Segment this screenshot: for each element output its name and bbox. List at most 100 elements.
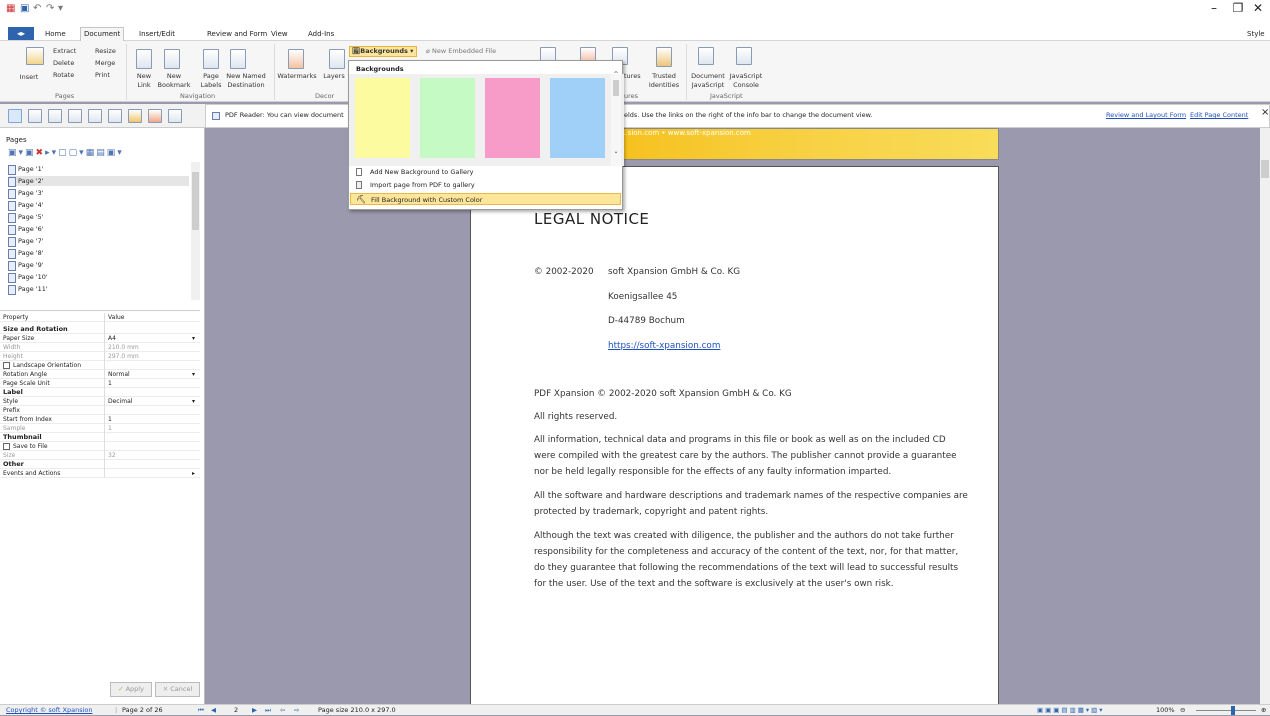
pages-panel-toolbar[interactable]: ▣▾▣✖▸▾▢▢▾▦▤▣▾ [8, 148, 124, 158]
save-to-file-checkbox[interactable] [3, 443, 10, 450]
expand-arrow-icon[interactable]: ▸ [192, 469, 195, 478]
back-icon[interactable]: ⇦ [280, 705, 285, 716]
style-row[interactable]: Style Decimal ▾ [0, 397, 200, 406]
last-page-icon[interactable]: ⏭ [265, 705, 271, 716]
image-icon[interactable] [148, 109, 162, 123]
apply-button[interactable]: ✓ Apply [110, 682, 152, 697]
tab-view[interactable]: View [268, 28, 291, 41]
scroll-up-icon[interactable]: ^ [611, 71, 621, 78]
new-embedded-file-button[interactable]: ⌀ New Embedded File [426, 47, 496, 56]
insert-button[interactable]: Insert [14, 73, 44, 82]
merge-page-icon[interactable]: ▦ [86, 148, 97, 158]
page-scale-unit-row[interactable]: Page Scale Unit 1 [0, 379, 200, 388]
copyright-link[interactable]: Copyright © soft Xpansion [6, 705, 93, 716]
delete-page-icon[interactable]: ✖ [36, 148, 46, 158]
prev-page-icon[interactable]: ◀ [211, 705, 216, 716]
next-page-icon[interactable]: ▶ [252, 705, 257, 716]
single-page-icon[interactable] [8, 109, 22, 123]
print-button[interactable]: Print [95, 71, 110, 80]
import-page-from-pdf-item[interactable]: Import page from PDF to gallery [350, 179, 621, 191]
tab-document[interactable]: Document [80, 27, 125, 42]
print-page-icon[interactable]: ▤ [96, 148, 107, 158]
watermarks-button[interactable]: Watermarks [276, 72, 318, 81]
page-list-item[interactable]: Page '11' [8, 284, 48, 295]
fullscreen-icon[interactable] [168, 109, 182, 123]
extract-button[interactable]: Extract [53, 47, 76, 56]
paper-size-row[interactable]: Paper Size A4 ▾ [0, 334, 200, 343]
redo-icon[interactable]: ↷ [46, 3, 54, 14]
tab-insert-edit[interactable]: Insert/Edit [136, 28, 178, 41]
page-list-item[interactable]: Page '3' [8, 188, 44, 199]
trusted-identities-button[interactable]: Trusted Identities [646, 72, 682, 90]
page-list-scrollbar[interactable] [191, 162, 200, 300]
extract-page-icon[interactable]: ▣ [25, 148, 36, 158]
background-swatch-pink[interactable] [485, 78, 540, 158]
backgrounds-button[interactable]: 🖼Backgrounds ▾ [349, 46, 417, 57]
scrollbar-thumb[interactable] [192, 172, 199, 230]
rotation-angle-row[interactable]: Rotation Angle Normal ▾ [0, 370, 200, 379]
edit-page-content-link[interactable]: Edit Page Content [1190, 111, 1248, 119]
save-to-file-row[interactable]: Save to File [0, 442, 200, 451]
tab-add-ins[interactable]: Add-Ins [305, 28, 337, 41]
background-swatch-yellow[interactable] [355, 78, 410, 158]
app-icon[interactable]: ▦ [6, 3, 15, 14]
page-list-item-selected[interactable]: Page '2' [8, 176, 189, 187]
save-icon[interactable]: ▣ [20, 3, 29, 14]
undo-icon[interactable]: ↶ [33, 3, 41, 14]
signatures-label[interactable]: tures [624, 72, 641, 81]
rotate-page-icon[interactable]: ▢ [58, 148, 69, 158]
move-right-icon[interactable]: ▸▾ [45, 148, 58, 158]
page-labels-button[interactable]: Page Labels [197, 72, 225, 90]
continuous-icon[interactable] [28, 109, 42, 123]
close-button[interactable]: ✕ [1242, 0, 1270, 17]
infobar-close-icon[interactable]: × [1261, 107, 1269, 118]
background-swatch-blue[interactable] [550, 78, 605, 158]
add-background-to-gallery-item[interactable]: Add New Background to Gallery [350, 166, 621, 178]
style-menu[interactable]: Style [1244, 28, 1268, 41]
scroll-down-icon[interactable]: ⌄ [611, 148, 621, 155]
dropdown-arrow-icon[interactable]: ▾ [192, 397, 195, 406]
merge-button[interactable]: Merge [95, 59, 115, 68]
review-layout-form-link[interactable]: Review and Layout Form [1106, 111, 1186, 119]
page-list-item[interactable]: Page '9' [8, 260, 44, 271]
document-scrollbar[interactable] [1260, 128, 1270, 704]
zoom-slider-thumb[interactable] [1230, 706, 1235, 715]
dropdown-arrow-icon[interactable]: ▾ [192, 334, 195, 343]
fill-background-custom-color-item[interactable]: ⛏ Fill Background with Custom Color [350, 193, 621, 205]
page-list-item[interactable]: Page '8' [8, 248, 44, 259]
scrollbar-thumb[interactable] [613, 80, 619, 96]
insert-page-icon[interactable]: ▣▾ [8, 148, 25, 158]
tab-home[interactable]: Home [42, 28, 69, 41]
first-page-icon[interactable]: ⏮ [198, 705, 204, 716]
zoom-slider[interactable] [1196, 706, 1256, 715]
tab-review-and-form[interactable]: Review and Form [204, 28, 270, 41]
new-link-button[interactable]: New Link [130, 72, 158, 90]
layers-button[interactable]: Layers [320, 72, 348, 81]
page-list-item[interactable]: Page '1' [8, 164, 44, 175]
resize-button[interactable]: Resize [95, 47, 116, 56]
document-javascript-button[interactable]: Document JavaScript [690, 72, 726, 90]
page-properties-icon[interactable]: ▢▾ [69, 148, 86, 158]
new-bookmark-button[interactable]: New Bookmark [155, 72, 193, 90]
delete-button[interactable]: Delete [53, 59, 74, 68]
start-index-row[interactable]: Start from Index 1 [0, 415, 200, 424]
page-list-item[interactable]: Page '10' [8, 272, 48, 283]
prefix-row[interactable]: Prefix [0, 406, 200, 415]
landscape-orientation-row[interactable]: Landscape Orientation [0, 361, 200, 370]
application-menu-button[interactable]: ◂▸ [8, 27, 34, 40]
settings-icon[interactable]: ▣▾ [107, 148, 124, 158]
gallery-scrollbar[interactable]: ^ ⌄ [611, 71, 621, 166]
fit-page-icon[interactable] [108, 109, 122, 123]
facing-icon[interactable] [48, 109, 62, 123]
book-icon[interactable] [128, 109, 142, 123]
zoom-out-icon[interactable]: ⊖ [1180, 705, 1185, 716]
events-actions-row[interactable]: Events and Actions ▸ [0, 469, 200, 478]
page-list-item[interactable]: Page '5' [8, 212, 44, 223]
view-mode-icons[interactable]: ▣▣▣▤▥▦▾▧▾ [1037, 705, 1105, 716]
current-page-input[interactable]: 2 [234, 705, 238, 716]
new-named-destination-button[interactable]: New Named Destination [222, 72, 270, 90]
doc-url-link[interactable]: https://soft-xpansion.com [608, 338, 720, 354]
cancel-button[interactable]: ✕ Cancel [155, 682, 200, 697]
page-list-item[interactable]: Page '4' [8, 200, 44, 211]
facing-continuous-icon[interactable] [68, 109, 82, 123]
